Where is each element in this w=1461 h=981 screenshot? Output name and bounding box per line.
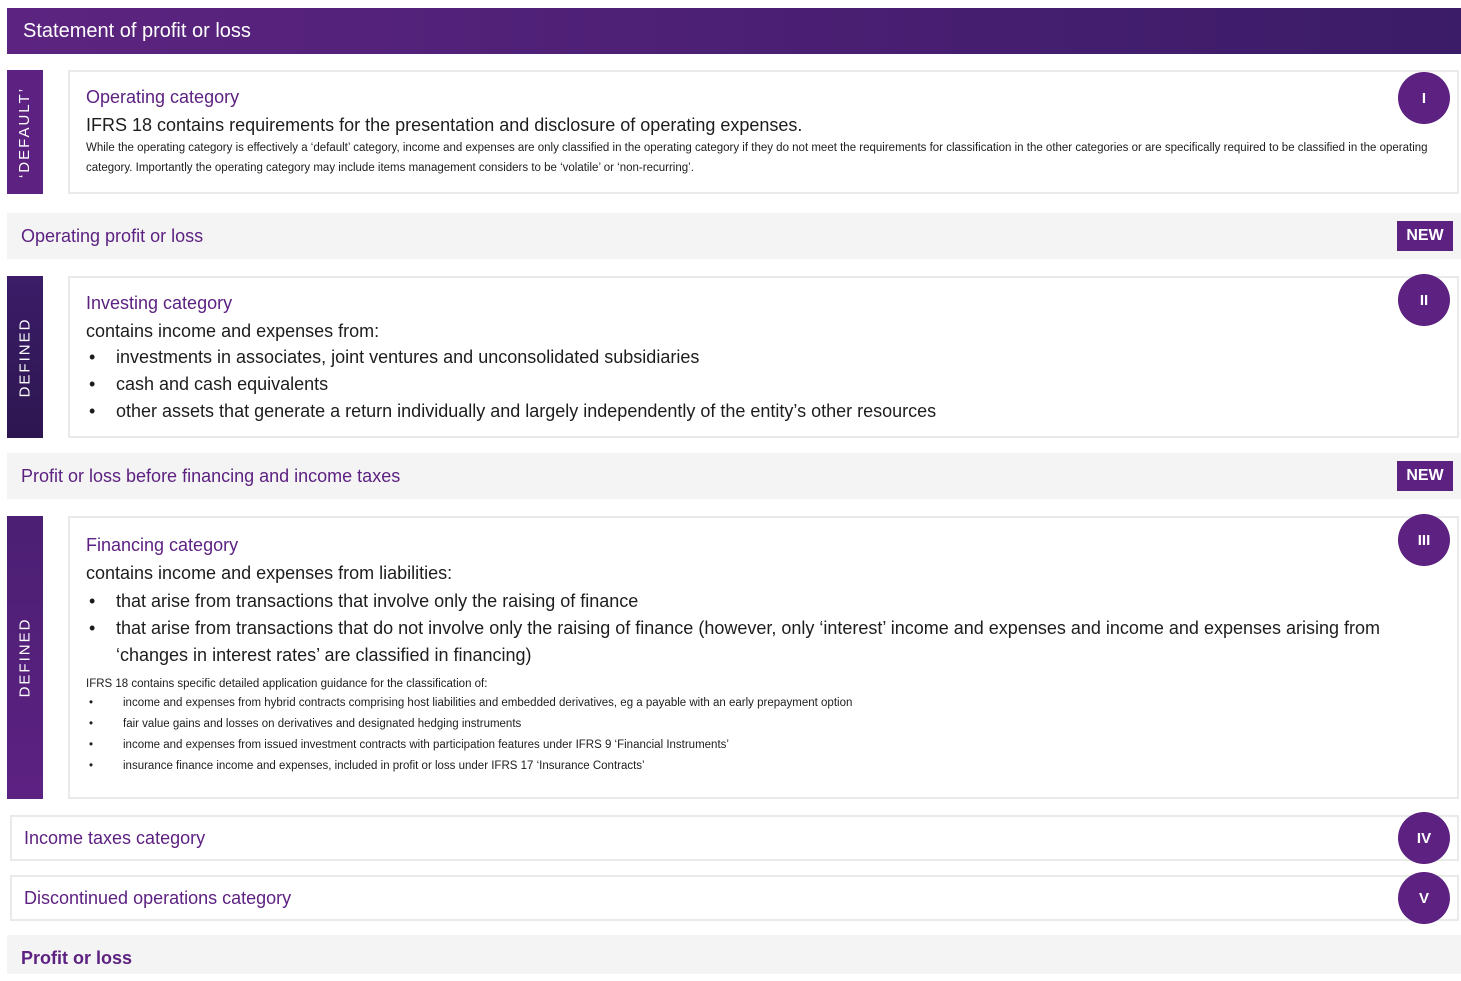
total-label: Profit or loss bbox=[21, 948, 133, 968]
subtotal-label: Profit or loss before financing and inco… bbox=[21, 466, 401, 486]
list-item: fair value gains and losses on derivativ… bbox=[86, 714, 1441, 735]
list-item: investments in associates, joint venture… bbox=[86, 344, 1441, 371]
side-label-text: DEFINED bbox=[16, 617, 34, 698]
side-label-defined: DEFINED bbox=[7, 276, 43, 438]
new-badge: NEW bbox=[1397, 221, 1453, 251]
list-item: income and expenses from issued investme… bbox=[86, 735, 1441, 756]
list-item: cash and cash equivalents bbox=[86, 371, 1441, 398]
discontinued-label: Discontinued operations category bbox=[24, 888, 292, 908]
list-item: other assets that generate a return indi… bbox=[86, 398, 1441, 425]
list-item: income and expenses from hybrid contract… bbox=[86, 693, 1441, 714]
income-taxes-category: Income taxes category bbox=[10, 815, 1459, 861]
financing-category-card: Financing category contains income and e… bbox=[68, 516, 1459, 799]
list-item: that arise from transactions that do not… bbox=[86, 615, 1441, 669]
investing-items: investments in associates, joint venture… bbox=[86, 344, 1441, 425]
category-badge-1: I bbox=[1398, 72, 1450, 124]
profit-or-loss-total: Profit or loss bbox=[7, 935, 1461, 974]
side-label-text: DEFINED bbox=[16, 317, 34, 397]
category-badge-2: II bbox=[1398, 274, 1450, 326]
list-item: insurance finance income and expenses, i… bbox=[86, 756, 1441, 777]
side-label-defined: DEFINED bbox=[7, 516, 43, 799]
subtotal-label: Operating profit or loss bbox=[21, 226, 204, 246]
category-badge-4: IV bbox=[1398, 812, 1450, 864]
financing-category-lead: contains income and expenses from liabil… bbox=[86, 563, 453, 583]
subtotal-before-financing: Profit or loss before financing and inco… bbox=[7, 453, 1461, 499]
page-title: Statement of profit or loss bbox=[7, 8, 1461, 54]
new-badge: NEW bbox=[1397, 461, 1453, 491]
investing-category-title: Investing category bbox=[86, 293, 233, 313]
investing-category-lead: contains income and expenses from: bbox=[86, 321, 380, 341]
discontinued-operations-category: Discontinued operations category bbox=[10, 875, 1459, 921]
investing-category-card: Investing category contains income and e… bbox=[68, 276, 1459, 438]
side-label-text: ‘DEFAULT’ bbox=[16, 86, 34, 178]
financing-guidance-items: income and expenses from hybrid contract… bbox=[86, 693, 1441, 777]
category-badge-5: V bbox=[1398, 872, 1450, 924]
side-label-default: ‘DEFAULT’ bbox=[7, 70, 43, 194]
category-badge-3: III bbox=[1398, 514, 1450, 566]
list-item: that arise from transactions that involv… bbox=[86, 588, 1441, 615]
financing-items: that arise from transactions that involv… bbox=[86, 588, 1441, 669]
operating-category-note: While the operating category is effectiv… bbox=[86, 142, 1428, 174]
operating-category-card: Operating category IFRS 18 contains requ… bbox=[68, 70, 1459, 194]
income-taxes-label: Income taxes category bbox=[24, 828, 206, 848]
operating-category-title: Operating category bbox=[86, 87, 240, 107]
financing-category-title: Financing category bbox=[86, 535, 239, 555]
financing-guidance-intro: IFRS 18 contains specific detailed appli… bbox=[86, 678, 488, 690]
operating-category-lead: IFRS 18 contains requirements for the pr… bbox=[86, 115, 803, 135]
subtotal-operating-profit: Operating profit or loss bbox=[7, 213, 1461, 259]
